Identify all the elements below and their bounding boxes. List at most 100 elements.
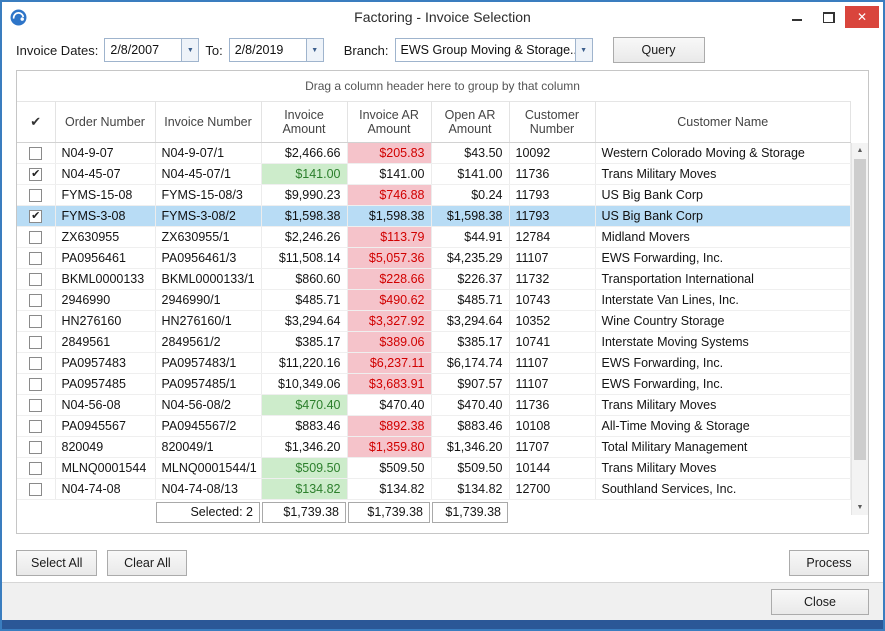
scroll-down-arrow-icon[interactable]: ▼ bbox=[852, 500, 868, 515]
cell-name: All-Time Moving & Storage bbox=[595, 416, 851, 437]
invoice-row[interactable]: ZX630955ZX630955/1$2,246.26$113.79$44.91… bbox=[17, 227, 851, 248]
invoice-row[interactable]: N04-74-08N04-74-08/13$134.82$134.82$134.… bbox=[17, 479, 851, 500]
cell-open: $485.71 bbox=[431, 290, 509, 311]
invoice-row[interactable]: 820049820049/1$1,346.20$1,359.80$1,346.2… bbox=[17, 437, 851, 458]
row-checkbox-unchecked-icon[interactable] bbox=[29, 315, 42, 328]
column-header-order-number[interactable]: Order Number bbox=[55, 102, 155, 143]
row-checkbox-unchecked-icon[interactable] bbox=[29, 252, 42, 265]
cell-invoice: N04-74-08/13 bbox=[155, 479, 261, 500]
cell-open: $3,294.64 bbox=[431, 311, 509, 332]
process-button[interactable]: Process bbox=[789, 550, 869, 576]
invoice-ar-amount-total: $1,739.38 bbox=[348, 502, 430, 523]
select-all-button[interactable]: Select All bbox=[16, 550, 97, 576]
column-header-invoice-ar-amount[interactable]: Invoice AR Amount bbox=[347, 102, 431, 143]
cell-order: PA0945567 bbox=[55, 416, 155, 437]
row-checkbox-unchecked-icon[interactable] bbox=[29, 273, 42, 286]
column-header-invoice-number[interactable]: Invoice Number bbox=[155, 102, 261, 143]
close-button[interactable]: Close bbox=[771, 589, 869, 615]
row-checkbox-unchecked-icon[interactable] bbox=[29, 441, 42, 454]
row-checkbox-cell: ✔ bbox=[17, 206, 55, 227]
row-checkbox-unchecked-icon[interactable] bbox=[29, 357, 42, 370]
invoice-row[interactable]: PA0945567PA0945567/2$883.46$892.38$883.4… bbox=[17, 416, 851, 437]
row-checkbox-unchecked-icon[interactable] bbox=[29, 483, 42, 496]
cell-amount: $860.60 bbox=[261, 269, 347, 290]
invoice-table: ✔ Order Number Invoice Number Invoice Am… bbox=[17, 101, 851, 525]
cell-open: $470.40 bbox=[431, 395, 509, 416]
clear-all-button[interactable]: Clear All bbox=[107, 550, 187, 576]
cell-cust: 10092 bbox=[509, 143, 595, 164]
invoice-row[interactable]: PA0957483PA0957483/1$11,220.16$6,237.11$… bbox=[17, 353, 851, 374]
invoice-row[interactable]: ✔FYMS-3-08FYMS-3-08/2$1,598.38$1,598.38$… bbox=[17, 206, 851, 227]
invoice-row[interactable]: 29469902946990/1$485.71$490.62$485.71107… bbox=[17, 290, 851, 311]
cell-amount: $1,598.38 bbox=[261, 206, 347, 227]
cell-ar: $5,057.36 bbox=[347, 248, 431, 269]
cell-amount: $9,990.23 bbox=[261, 185, 347, 206]
window-controls: ✕ bbox=[781, 2, 883, 32]
date-to-dropdown-icon[interactable]: ▼ bbox=[306, 39, 323, 61]
row-checkbox-unchecked-icon[interactable] bbox=[29, 231, 42, 244]
invoice-row[interactable]: ✔N04-45-07N04-45-07/1$141.00$141.00$141.… bbox=[17, 164, 851, 185]
cell-amount: $11,508.14 bbox=[261, 248, 347, 269]
cell-name: Western Colorado Moving & Storage bbox=[595, 143, 851, 164]
row-checkbox-cell: ✔ bbox=[17, 164, 55, 185]
row-checkbox-unchecked-icon[interactable] bbox=[29, 462, 42, 475]
cell-name: US Big Bank Corp bbox=[595, 206, 851, 227]
cell-ar: $205.83 bbox=[347, 143, 431, 164]
column-header-customer-name[interactable]: Customer Name bbox=[595, 102, 851, 143]
row-checkbox-checked-icon[interactable]: ✔ bbox=[29, 210, 42, 223]
grid-body: ✔ Order Number Invoice Number Invoice Am… bbox=[17, 101, 868, 533]
row-checkbox-checked-icon[interactable]: ✔ bbox=[29, 168, 42, 181]
select-column-check-icon: ✔ bbox=[30, 114, 41, 129]
cell-invoice: 2849561/2 bbox=[155, 332, 261, 353]
row-checkbox-unchecked-icon[interactable] bbox=[29, 189, 42, 202]
cell-order: 820049 bbox=[55, 437, 155, 458]
cell-amount: $141.00 bbox=[261, 164, 347, 185]
scroll-up-arrow-icon[interactable]: ▲ bbox=[852, 143, 868, 158]
row-checkbox-unchecked-icon[interactable] bbox=[29, 399, 42, 412]
row-checkbox-cell bbox=[17, 353, 55, 374]
invoice-row[interactable]: BKML0000133BKML0000133/1$860.60$228.66$2… bbox=[17, 269, 851, 290]
row-checkbox-unchecked-icon[interactable] bbox=[29, 378, 42, 391]
cell-order: N04-56-08 bbox=[55, 395, 155, 416]
scrollbar-thumb[interactable] bbox=[854, 159, 866, 460]
column-header-select[interactable]: ✔ bbox=[17, 102, 55, 143]
invoice-row[interactable]: PA0956461PA0956461/3$11,508.14$5,057.36$… bbox=[17, 248, 851, 269]
cell-invoice: PA0957485/1 bbox=[155, 374, 261, 395]
column-header-customer-number[interactable]: Customer Number bbox=[509, 102, 595, 143]
cell-ar: $3,327.92 bbox=[347, 311, 431, 332]
summary-empty-cell bbox=[17, 500, 55, 526]
query-button[interactable]: Query bbox=[613, 37, 705, 63]
window-bottom-border bbox=[2, 620, 883, 629]
invoice-row[interactable]: N04-9-07N04-9-07/1$2,466.66$205.83$43.50… bbox=[17, 143, 851, 164]
date-from-dropdown-icon[interactable]: ▼ bbox=[181, 39, 198, 61]
invoice-row[interactable]: N04-56-08N04-56-08/2$470.40$470.40$470.4… bbox=[17, 395, 851, 416]
vertical-scrollbar[interactable]: ▲ ▼ bbox=[851, 143, 868, 515]
cell-invoice: HN276160/1 bbox=[155, 311, 261, 332]
branch-dropdown-icon[interactable]: ▼ bbox=[575, 39, 592, 61]
row-checkbox-unchecked-icon[interactable] bbox=[29, 420, 42, 433]
invoice-row[interactable]: HN276160HN276160/1$3,294.64$3,327.92$3,2… bbox=[17, 311, 851, 332]
invoice-row[interactable]: MLNQ0001544MLNQ0001544/1$509.50$509.50$5… bbox=[17, 458, 851, 479]
row-checkbox-unchecked-icon[interactable] bbox=[29, 336, 42, 349]
date-to-picker[interactable]: 2/8/2019 ▼ bbox=[229, 38, 324, 62]
cell-amount: $2,246.26 bbox=[261, 227, 347, 248]
column-header-invoice-amount[interactable]: Invoice Amount bbox=[261, 102, 347, 143]
invoice-row[interactable]: FYMS-15-08FYMS-15-08/3$9,990.23$746.88$0… bbox=[17, 185, 851, 206]
cell-open: $385.17 bbox=[431, 332, 509, 353]
date-from-picker[interactable]: 2/8/2007 ▼ bbox=[104, 38, 199, 62]
group-by-hint[interactable]: Drag a column header here to group by th… bbox=[17, 71, 868, 101]
scrollbar-track[interactable] bbox=[852, 158, 868, 500]
row-checkbox-unchecked-icon[interactable] bbox=[29, 294, 42, 307]
maximize-restore-button[interactable] bbox=[813, 6, 845, 28]
minimize-button[interactable] bbox=[781, 6, 813, 28]
cell-amount: $470.40 bbox=[261, 395, 347, 416]
row-checkbox-unchecked-icon[interactable] bbox=[29, 147, 42, 160]
row-checkbox-cell bbox=[17, 395, 55, 416]
branch-select[interactable]: EWS Group Moving & Storage... ▼ bbox=[395, 38, 593, 62]
close-window-button[interactable]: ✕ bbox=[845, 6, 879, 28]
column-header-open-ar-amount[interactable]: Open AR Amount bbox=[431, 102, 509, 143]
cell-name: Midland Movers bbox=[595, 227, 851, 248]
invoice-row[interactable]: PA0957485PA0957485/1$10,349.06$3,683.91$… bbox=[17, 374, 851, 395]
invoice-row[interactable]: 28495612849561/2$385.17$389.06$385.17107… bbox=[17, 332, 851, 353]
row-checkbox-cell bbox=[17, 332, 55, 353]
